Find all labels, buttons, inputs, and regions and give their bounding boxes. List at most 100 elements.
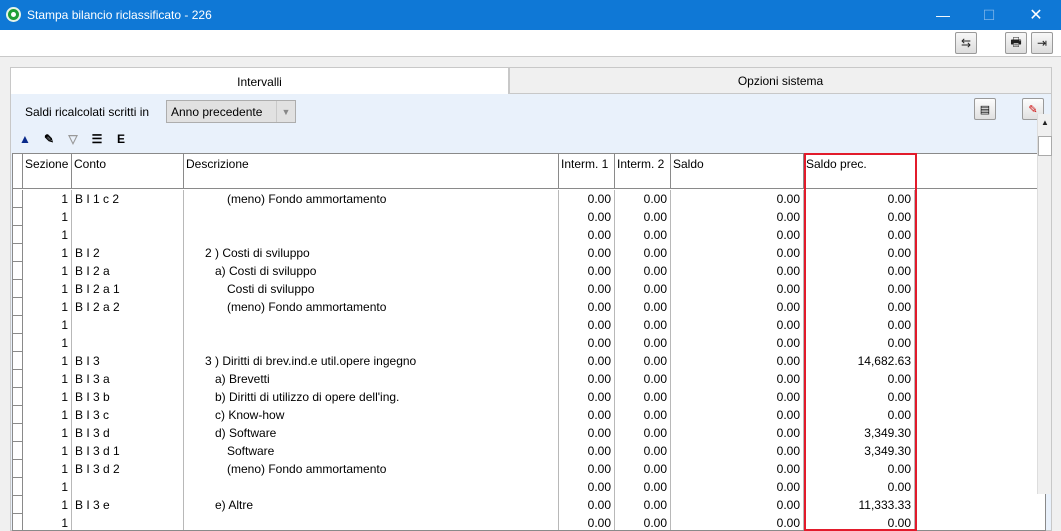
col-header-descrizione[interactable]: Descrizione [184,154,559,189]
move-up-icon[interactable]: ▲ [15,129,35,149]
row-selector[interactable] [13,442,23,460]
col-header-conto[interactable]: Conto [72,154,184,189]
table-row[interactable]: 1B I 2 a 2 (meno) Fondo ammortamento 0.00 0… [13,298,1045,316]
export-excel-icon[interactable]: E [111,129,131,149]
col-header-sezione[interactable]: Sezione [23,154,72,189]
cell-conto [72,226,184,244]
print-icon[interactable]: 🖶 [1005,32,1027,54]
row-selector[interactable] [13,334,23,352]
row-selector[interactable] [13,388,23,406]
refresh-arrows-icon[interactable]: ⇆ [955,32,977,54]
table-row[interactable]: 1B I 3 d d) Software 0.00 0.00 0.00 3,349.30 [13,424,1045,442]
table-row[interactable]: 1B I 2 a 1 Costi di sviluppo 0.00 0.00 0.00 0… [13,280,1045,298]
close-icon[interactable]: ✕ [1013,0,1059,30]
table-row[interactable]: 1B I 33 ) Diritti di brev.ind.e util.ope… [13,352,1045,370]
table-row[interactable]: 1B I 3 d 2 (meno) Fondo ammortamento 0.00 0… [13,460,1045,478]
row-selector[interactable] [13,190,23,208]
row-selector[interactable] [13,280,23,298]
row-selector[interactable] [13,460,23,478]
column-layout-icon[interactable]: ☰ [87,129,107,149]
cell-saldo-prec: 14,682.63 [804,352,915,370]
edit-list-icon[interactable]: ✎ [39,129,59,149]
exit-door-icon[interactable]: ⇥ [1031,32,1053,54]
row-selector[interactable] [13,352,23,370]
cell-interm1: 0.00 [559,388,615,406]
cell-saldo: 0.00 [671,442,804,460]
cell-interm2: 0.00 [615,208,671,226]
row-selector[interactable] [13,496,23,514]
cell-saldo-prec: 0.00 [804,244,915,262]
cell-interm1: 0.00 [559,442,615,460]
table-row[interactable]: 1B I 3 d 1 Software 0.00 0.00 0.00 3,349.30 [13,442,1045,460]
cell-sezione: 1 [23,226,72,244]
saldi-select[interactable]: Anno precedente ▼ [166,100,296,123]
cell-saldo: 0.00 [671,370,804,388]
cell-interm1: 0.00 [559,478,615,496]
cell-conto: B I 1 c 2 [72,190,184,208]
row-selector[interactable] [13,514,23,530]
cell-interm2: 0.00 [615,298,671,316]
table-row[interactable]: 1 0.00 0.00 0.00 0.00 [13,514,1045,530]
minimize-icon[interactable]: — [920,0,966,30]
col-header-saldo[interactable]: Saldo [671,154,804,189]
cell-conto: B I 3 d [72,424,184,442]
cell-interm1: 0.00 [559,244,615,262]
table-row[interactable]: 1B I 3 e e) Altre 0.00 0.00 0.00 11,333.33 [13,496,1045,514]
table-row[interactable]: 1 0.00 0.00 0.00 0.00 [13,208,1045,226]
row-selector[interactable] [13,244,23,262]
table-row[interactable]: 1 0.00 0.00 0.00 0.00 [13,316,1045,334]
row-selector[interactable] [13,406,23,424]
tab-intervalli[interactable]: Intervalli [10,67,509,95]
row-selector[interactable] [13,298,23,316]
vertical-scrollbar[interactable]: ▲ [1037,114,1052,494]
table-row[interactable]: 1B I 2 a a) Costi di sviluppo 0.00 0.00 0.00… [13,262,1045,280]
table-row[interactable]: 1 0.00 0.00 0.00 0.00 [13,226,1045,244]
cell-sezione: 1 [23,244,72,262]
table-row[interactable]: 1 0.00 0.00 0.00 0.00 [13,478,1045,496]
row-selector[interactable] [13,478,23,496]
cell-saldo: 0.00 [671,298,804,316]
col-header-saldo-prec[interactable]: Saldo prec. [804,154,919,189]
table-row[interactable]: 1B I 3 a a) Brevetti 0.00 0.00 0.00 0.00 [13,370,1045,388]
cell-descrizione: e) Altre [184,496,559,514]
balance-grid: Sezione Conto Descrizione Interm. 1 Inte… [12,153,1046,531]
cell-conto [72,514,184,530]
cell-interm1: 0.00 [559,406,615,424]
col-header-interm2[interactable]: Interm. 2 [615,154,671,189]
row-selector[interactable] [13,208,23,226]
report-icon[interactable]: ▤ [974,98,996,120]
cell-conto: B I 3 [72,352,184,370]
table-row[interactable]: 1B I 1 c 2 (meno) Fondo ammortamento 0.00 0… [13,190,1045,208]
cell-saldo: 0.00 [671,334,804,352]
cell-saldo: 0.00 [671,262,804,280]
cell-interm2: 0.00 [615,190,671,208]
maximize-icon[interactable]: ☐ [966,0,1012,30]
filter-icon[interactable]: ▽ [63,129,83,149]
cell-sezione: 1 [23,316,72,334]
chevron-down-icon[interactable]: ▼ [276,101,295,122]
cell-interm2: 0.00 [615,316,671,334]
row-selector[interactable] [13,262,23,280]
scroll-thumb[interactable] [1038,136,1052,156]
row-selector[interactable] [13,424,23,442]
cell-saldo-prec: 0.00 [804,208,915,226]
cell-saldo: 0.00 [671,208,804,226]
cell-saldo: 0.00 [671,316,804,334]
scroll-up-icon[interactable]: ▲ [1038,114,1052,131]
cell-descrizione [184,334,559,352]
table-row[interactable]: 1B I 3 b b) Diritti di utilizzo di opere … [13,388,1045,406]
row-selector[interactable] [13,370,23,388]
row-selector[interactable] [13,226,23,244]
cell-interm2: 0.00 [615,370,671,388]
cell-descrizione: (meno) Fondo ammortamento [184,460,559,478]
table-row[interactable]: 1B I 22 ) Costi di sviluppo 0.00 0.00 0.00 0… [13,244,1045,262]
cell-saldo: 0.00 [671,388,804,406]
col-header-interm1[interactable]: Interm. 1 [559,154,615,189]
table-row[interactable]: 1 0.00 0.00 0.00 0.00 [13,334,1045,352]
cell-saldo: 0.00 [671,460,804,478]
cell-interm2: 0.00 [615,334,671,352]
tab-opzioni-sistema[interactable]: Opzioni sistema [509,67,1052,94]
row-selector[interactable] [13,316,23,334]
table-row[interactable]: 1B I 3 c c) Know-how 0.00 0.00 0.00 0.00 [13,406,1045,424]
cell-interm2: 0.00 [615,442,671,460]
